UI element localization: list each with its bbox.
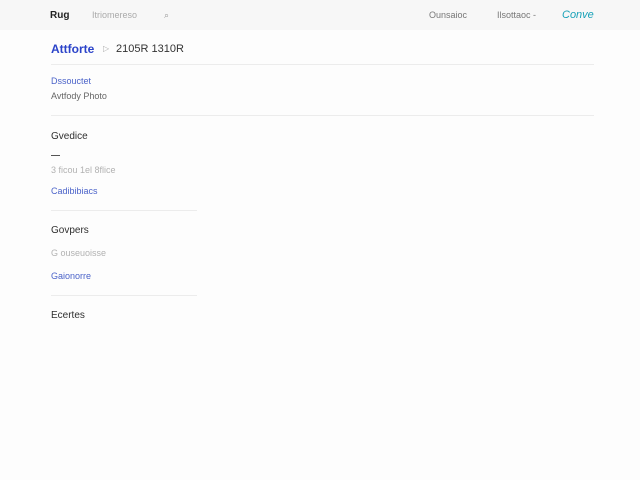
app-logo[interactable]: Rug — [50, 10, 69, 21]
top-bar: Rug Itriomereso ⌕ Ounsaioc Ilsottaoc - C… — [0, 0, 640, 30]
breadcrumb-value: 2105R 1310R — [116, 43, 184, 55]
section-text-2: G ouseuoisse — [51, 248, 107, 258]
section-divider-2 — [51, 295, 197, 296]
section-title-2: Govpers — [51, 225, 89, 236]
dash-marker — [51, 155, 60, 156]
details-label[interactable]: Dssouctet — [51, 76, 91, 86]
top-nav-link-1[interactable]: Ounsaioc — [429, 10, 467, 20]
brand-mark[interactable]: Conve — [562, 9, 594, 21]
top-nav-link-2-suffix: - — [533, 10, 537, 20]
page-title: Attforte — [51, 42, 95, 56]
details-divider — [51, 115, 594, 116]
section-link-1[interactable]: Cadibibiacs — [51, 186, 98, 196]
header-divider — [51, 64, 594, 65]
section-divider-1 — [51, 210, 197, 211]
chevron-right-icon: ▷ — [103, 44, 110, 53]
details-value: Avtfody Photo — [51, 91, 107, 101]
section-title-1: Gvedice — [51, 131, 88, 142]
search-icon[interactable]: ⌕ — [164, 10, 169, 21]
section-link-2[interactable]: Gaionorre — [51, 271, 91, 281]
section-text-1: 3 ficou 1el 8flice — [51, 165, 116, 175]
search-box[interactable]: Itriomereso ⌕ — [86, 7, 174, 23]
top-nav-link-2-label: Ilsottaoc — [497, 10, 531, 20]
section-title-3: Ecertes — [51, 310, 85, 321]
top-nav-link-2[interactable]: Ilsottaoc - — [497, 10, 536, 20]
search-input[interactable]: Itriomereso — [92, 10, 137, 20]
